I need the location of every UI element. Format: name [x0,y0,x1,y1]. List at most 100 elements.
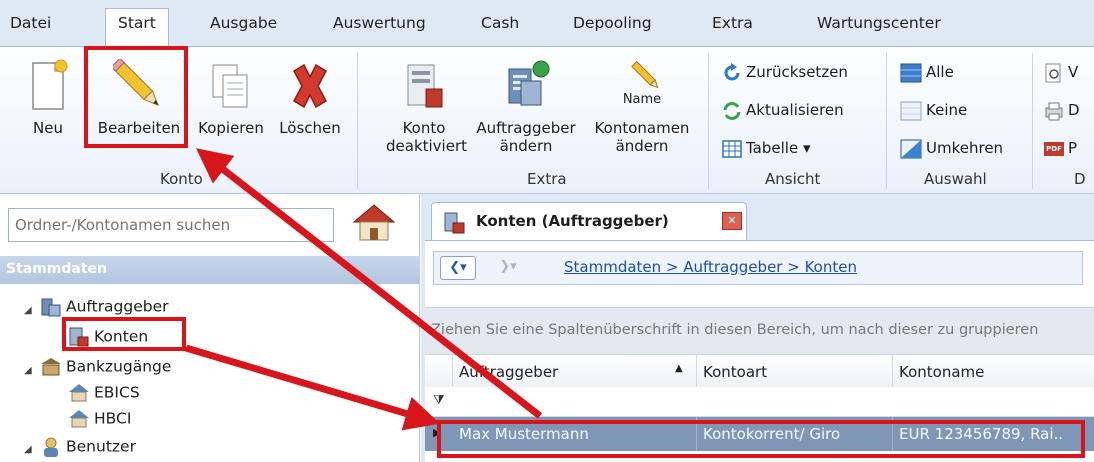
hbci-house-icon [69,410,89,428]
delete-button[interactable]: Löschen [276,59,344,137]
filter-row[interactable]: ⧩ [425,387,1094,417]
group-label-konto: Konto [160,170,203,188]
deactivate-account-button[interactable]: Konto deaktiviert [386,59,467,155]
tab-auswertung[interactable]: Auswertung [333,14,426,32]
group-label-ansicht: Ansicht [765,170,821,188]
new-button[interactable]: Neu [20,59,76,137]
tree-label-ebics: EBICS [94,383,140,402]
tree-expand-icon[interactable]: ◢ [24,444,32,455]
change-client-label-2: ändern [499,137,553,155]
back-arrow-icon[interactable]: ❮▾ [440,256,476,280]
cutoff-button-v[interactable]: V [1044,61,1078,83]
ribbon-separator [1032,53,1033,189]
print-icon [1045,102,1063,120]
tab-depooling[interactable]: Depooling [573,14,652,32]
filter-icon[interactable]: ⧩ [433,393,445,408]
client-server-icon [508,60,550,106]
refresh-label: Aktualisieren [746,101,844,119]
group-by-area[interactable]: Ziehen Sie eine Spaltenüberschrift in di… [425,307,1094,355]
copy-documents-icon [212,64,248,108]
tree-item-benutzer[interactable]: Benutzer [40,436,136,458]
cutoff-label-d: D [1068,101,1080,119]
deactivate-label-1: Konto [402,119,446,137]
highlight-edit-button [84,46,188,148]
tree-item-hbci[interactable]: HBCI [68,408,131,430]
deactivate-account-icon [407,64,443,108]
tab-wartungscenter[interactable]: Wartungscenter [817,14,941,32]
select-none-label: Keine [926,101,968,119]
invert-selection-button[interactable]: Umkehren [900,137,1003,159]
invert-selection-label: Umkehren [926,139,1004,157]
group-label-extra: Extra [527,170,567,188]
table-dropdown[interactable]: Tabelle ▾ [722,137,810,159]
refresh-icon [723,101,741,120]
highlight-konten-item [62,317,186,351]
delete-x-icon [293,63,327,109]
table-icon [722,139,742,158]
rename-icon-text: Name [622,92,662,107]
preview-icon [1045,63,1061,82]
column-header-kontoname[interactable]: Kontoname [893,355,1094,387]
table-dropdown-label: Tabelle ▾ [746,139,811,157]
change-client-button[interactable]: Auftraggeber ändern [467,59,585,155]
master-data-header: Stammdaten [0,256,420,284]
cutoff-button-p[interactable]: PDF P [1044,137,1077,159]
tree-expand-icon[interactable]: ◢ [24,365,32,376]
ribbon-separator [708,53,709,189]
ebics-house-icon [69,384,89,402]
menu-tab-bar: Datei Start Ausgabe Auswertung Cash Depo… [0,0,1094,47]
navigation-bar: ❮▾ ❯▾ Stammdaten > Auftraggeber > Konten [433,251,1083,285]
document-tab[interactable]: Konten (Auftraggeber) ✕ [431,202,747,240]
highlight-selected-row [437,420,1085,458]
tree-item-ebics[interactable]: EBICS [68,382,140,404]
copy-button-label: Kopieren [198,119,264,137]
group-label-auswahl: Auswahl [924,170,987,188]
tree-label-hbci: HBCI [94,409,132,428]
tree-label-bankzugaenge: Bankzugänge [66,357,172,376]
tab-datei[interactable]: Datei [10,14,51,32]
select-none-icon [900,101,922,120]
reset-button[interactable]: Zurücksetzen [722,61,848,83]
rename-pencil-icon: Name [612,59,672,113]
select-all-button[interactable]: Alle [900,61,954,83]
refresh-button[interactable]: Aktualisieren [722,99,844,121]
rename-label-1: Kontonamen [594,119,690,137]
forward-arrow-icon[interactable]: ❯▾ [490,256,526,280]
column-label-auftraggeber: Auftraggeber [459,363,559,381]
close-tab-icon[interactable]: ✕ [722,212,742,230]
select-none-button[interactable]: Keine [900,99,967,121]
delete-button-label: Löschen [279,119,341,137]
new-document-icon [32,59,68,110]
home-icon [352,204,396,241]
row-indicator-header [425,355,453,387]
breadcrumb[interactable]: Stammdaten > Auftraggeber > Konten [564,258,857,276]
account-search-input[interactable] [8,208,334,242]
tab-extra[interactable]: Extra [712,14,753,32]
tree-label-auftraggeber: Auftraggeber [66,297,169,316]
sort-ascending-icon: ▲ [675,363,683,374]
tab-ausgabe[interactable]: Ausgabe [210,14,277,32]
reset-icon [724,62,740,80]
ribbon-separator [357,53,358,189]
client-icon [41,298,61,317]
tab-cash[interactable]: Cash [481,14,519,32]
column-header-auftraggeber[interactable]: Auftraggeber ▲ [453,355,697,387]
tree-item-auftraggeber[interactable]: Auftraggeber [40,296,169,318]
tree-expand-icon[interactable]: ◢ [24,305,32,316]
copy-button[interactable]: Kopieren [192,59,270,137]
change-client-label-1: Auftraggeber [476,119,576,137]
document-tab-title: Konten (Auftraggeber) [476,212,669,230]
tree-label-benutzer: Benutzer [66,437,136,456]
tab-start[interactable]: Start [105,8,169,47]
cutoff-label-p: P [1068,139,1078,157]
column-header-kontoart[interactable]: Kontoart [697,355,893,387]
tree-item-bankzugaenge[interactable]: Bankzugänge [40,356,171,378]
group-label-cutoff: D [1074,170,1086,188]
rename-account-button[interactable]: Name Kontonamen ändern [586,59,698,155]
cutoff-button-d[interactable]: D [1044,99,1080,121]
home-button[interactable] [350,202,398,248]
pdf-icon: PDF [1044,141,1064,156]
new-button-label: Neu [33,119,63,137]
cutoff-label-v: V [1068,63,1079,81]
bank-access-icon [41,358,61,376]
